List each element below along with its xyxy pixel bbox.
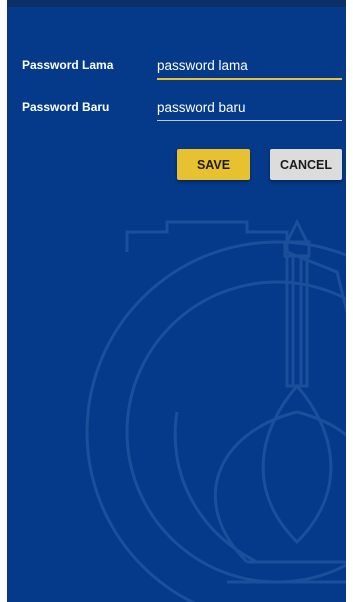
status-bar xyxy=(7,0,346,7)
save-button[interactable]: SAVE xyxy=(177,149,250,180)
old-password-value[interactable]: password lama xyxy=(157,58,342,78)
change-password-screen: Password Lama password lama Password Bar… xyxy=(7,0,346,602)
new-password-field[interactable]: password baru xyxy=(157,100,342,121)
new-password-label: Password Baru xyxy=(22,100,110,114)
cancel-button[interactable]: CANCEL xyxy=(270,149,342,180)
new-password-value[interactable]: password baru xyxy=(157,100,342,120)
old-password-label: Password Lama xyxy=(22,58,114,72)
old-password-field[interactable]: password lama xyxy=(157,58,342,80)
its-emblem-watermark-icon xyxy=(85,218,346,602)
